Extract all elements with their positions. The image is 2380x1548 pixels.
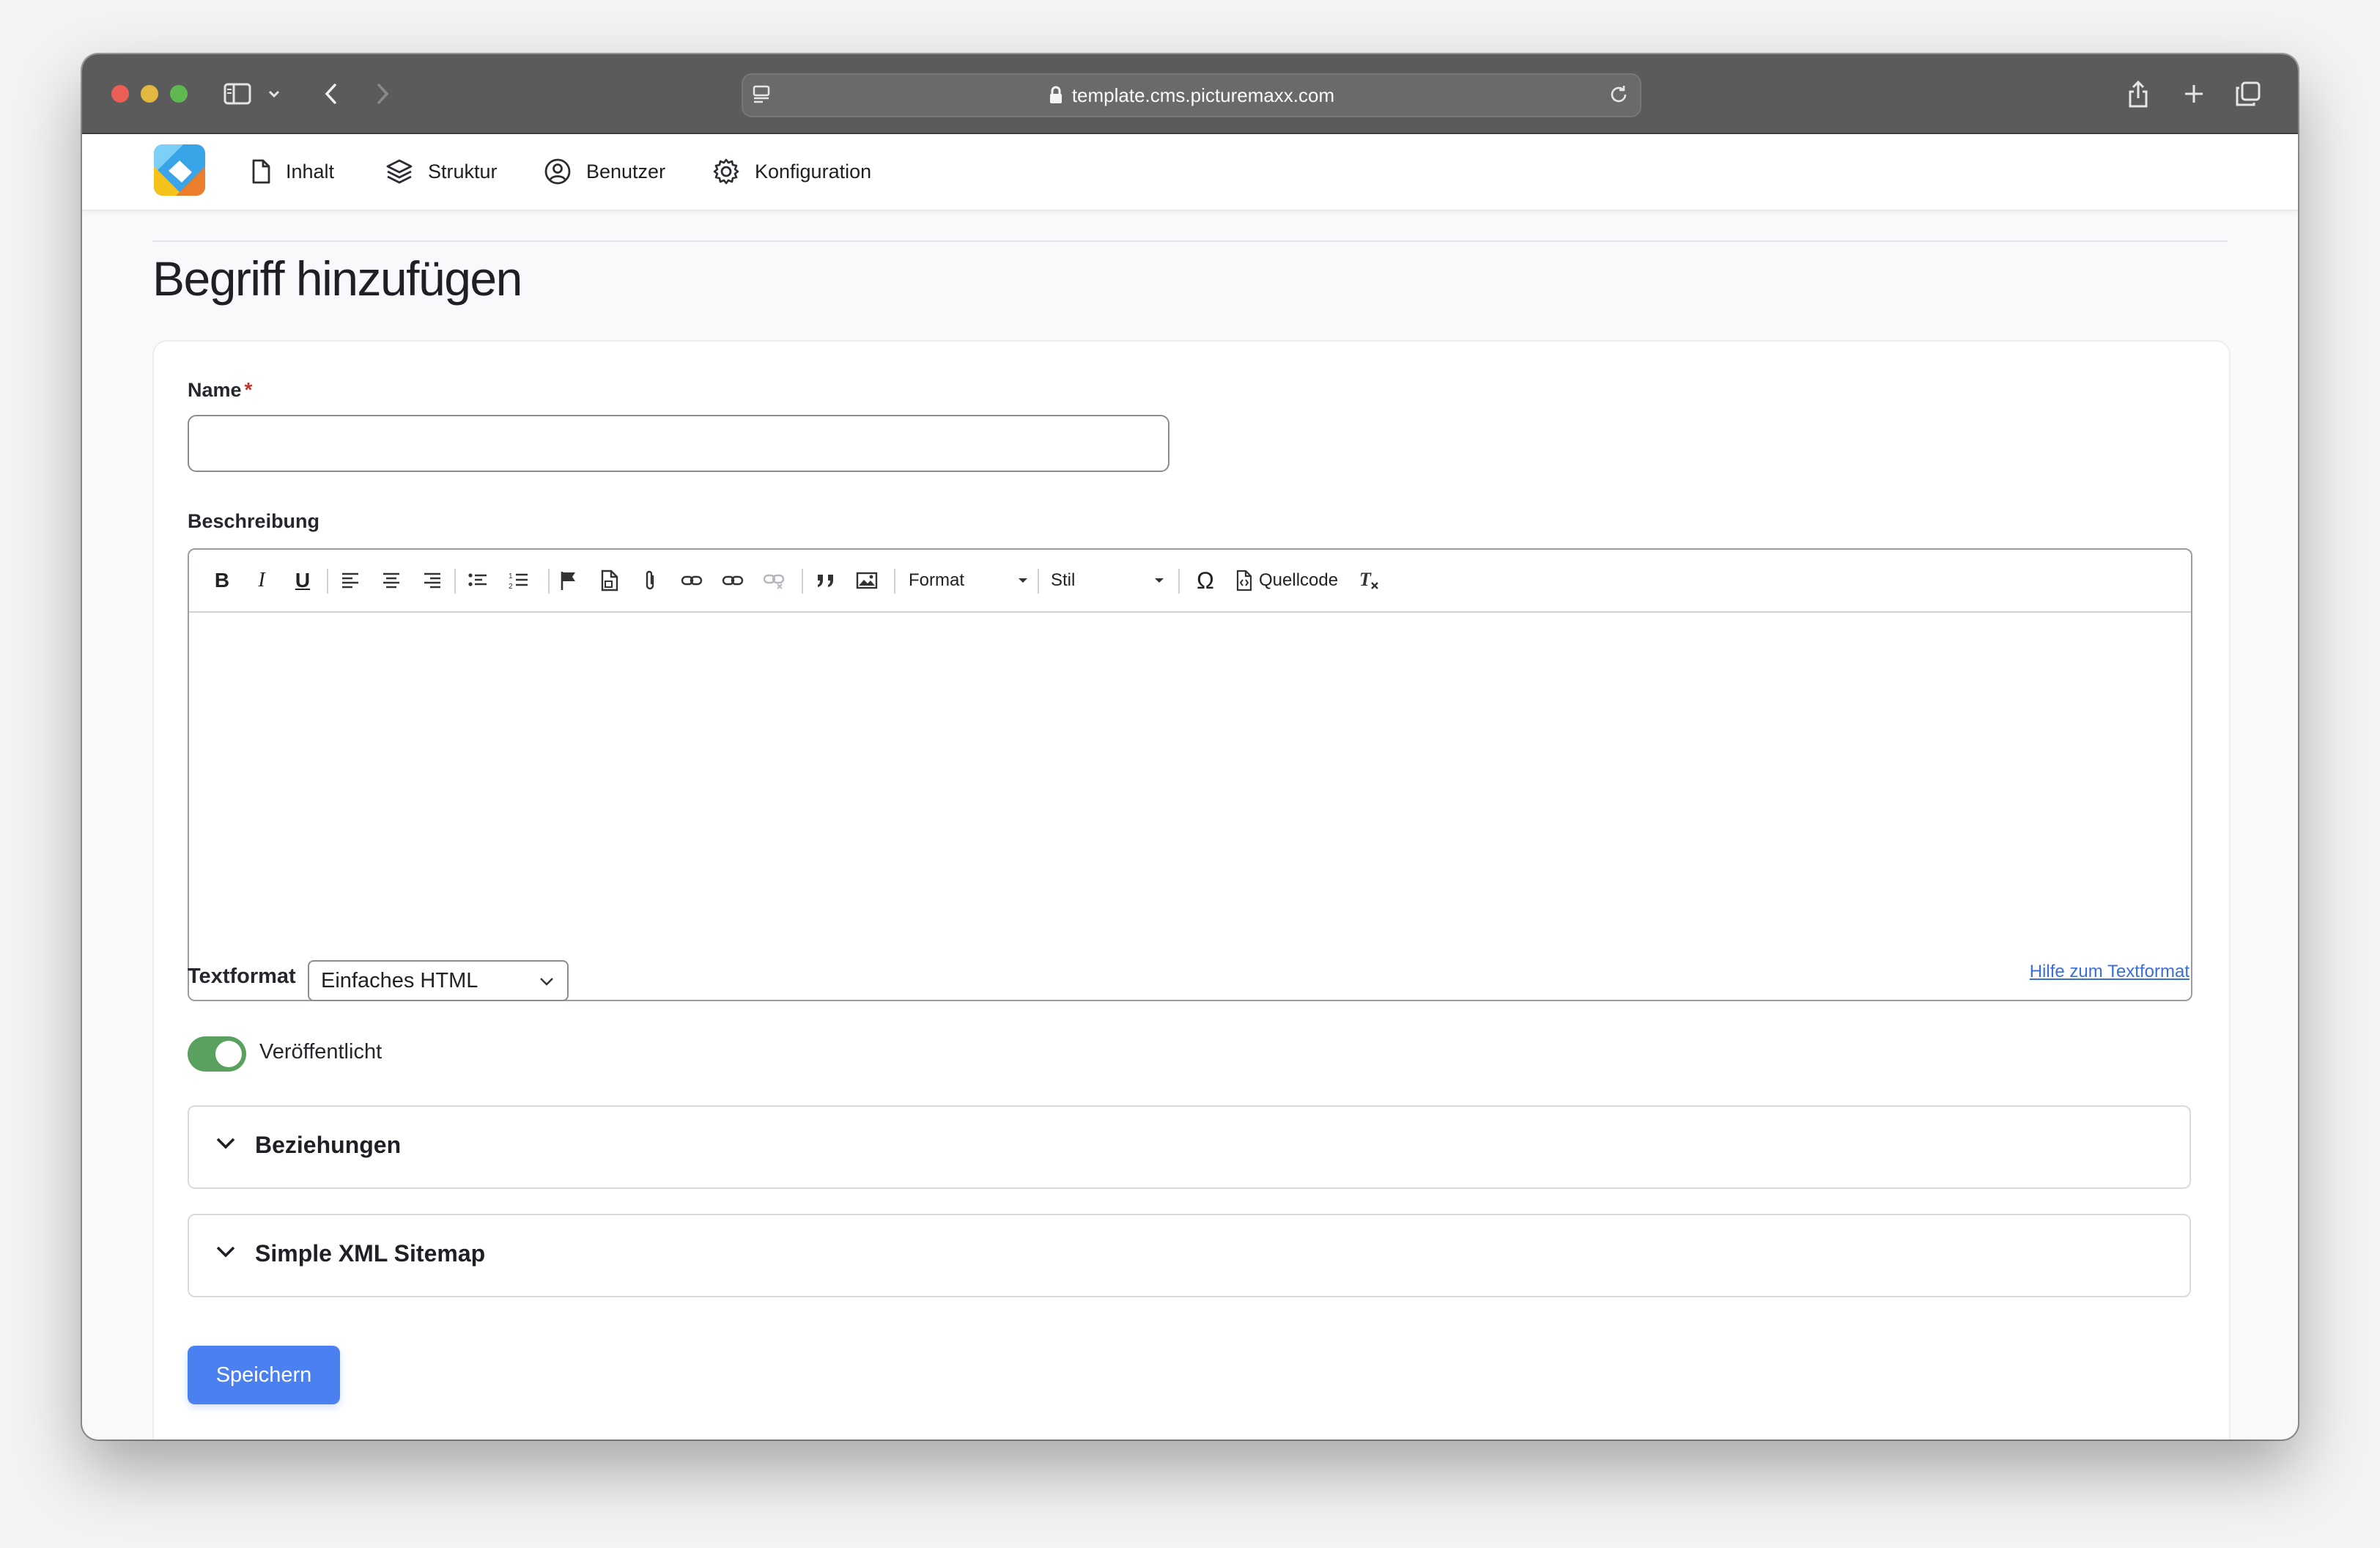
reader-icon[interactable] [752, 84, 772, 109]
special-character-icon[interactable]: Ω [1193, 566, 1218, 595]
minimize-window-button[interactable] [141, 85, 158, 103]
textformat-select[interactable]: Einfaches HTML [308, 960, 569, 1001]
anchor-flag-icon[interactable] [557, 566, 580, 595]
toolbar-separator [327, 569, 328, 594]
zoom-window-button[interactable] [170, 85, 188, 103]
close-window-button[interactable] [111, 85, 129, 103]
browser-window: template.cms.picturemaxx.com Inhalt Stru… [82, 54, 2298, 1440]
toolbar-separator [454, 569, 456, 594]
style-dropdown-label: Stil [1051, 570, 1076, 590]
toolbar-separator [802, 569, 803, 594]
nav-item-benutzer[interactable]: Benutzer [544, 152, 665, 191]
toolbar-separator [1178, 569, 1180, 594]
save-button[interactable]: Speichern [188, 1346, 340, 1404]
svg-text:T: T [1359, 570, 1372, 590]
blockquote-icon[interactable] [813, 566, 838, 595]
name-input[interactable] [188, 415, 1169, 472]
nav-item-inhalt[interactable]: Inhalt [251, 152, 334, 191]
forward-icon[interactable] [368, 76, 397, 111]
chevron-down-icon [215, 1136, 236, 1154]
accordion-title: Simple XML Sitemap [255, 1240, 486, 1267]
italic-icon[interactable]: I [251, 566, 273, 595]
underline-icon[interactable]: U [292, 566, 314, 595]
nav-item-label: Inhalt [286, 160, 335, 183]
editor-content-area[interactable] [189, 613, 2191, 1000]
format-dropdown-label: Format [909, 570, 965, 590]
name-label: Name * [188, 378, 252, 402]
accordion-beziehungen[interactable]: Beziehungen [188, 1105, 2191, 1189]
chevron-down-icon [215, 1245, 236, 1263]
accordion-title: Beziehungen [255, 1132, 402, 1158]
description-label: Beschreibung [188, 510, 320, 532]
link-alt-icon[interactable] [721, 566, 744, 595]
reload-icon[interactable] [1608, 84, 1630, 111]
url-text: template.cms.picturemaxx.com [1071, 84, 1335, 106]
share-icon[interactable] [2124, 76, 2153, 111]
published-toggle[interactable] [188, 1036, 246, 1072]
unlink-icon [762, 566, 786, 595]
rich-text-editor: B I U 12 Format Stil Ω Quellcode T [188, 548, 2192, 1001]
toolbar-separator [548, 569, 550, 594]
layers-icon [386, 159, 413, 184]
svg-text:2: 2 [509, 583, 513, 590]
user-circle-icon [544, 158, 571, 185]
name-label-text: Name [188, 379, 242, 401]
image-icon[interactable] [854, 566, 879, 595]
svg-text:1: 1 [509, 572, 513, 580]
align-left-icon[interactable] [339, 566, 362, 595]
editor-toolbar: B I U 12 Format Stil Ω Quellcode T [189, 550, 2191, 613]
template-document-icon[interactable] [598, 566, 621, 595]
picturemaxx-logo[interactable] [154, 144, 205, 196]
nav-item-label: Konfiguration [755, 160, 872, 183]
address-bar[interactable]: template.cms.picturemaxx.com [742, 73, 1641, 117]
document-icon [252, 159, 270, 184]
bold-icon[interactable]: B [211, 566, 233, 595]
breadcrumb-divider [152, 240, 2228, 242]
caret-down-icon [1155, 578, 1164, 583]
app-navigation: Inhalt Struktur Benutzer Konfiguration [82, 134, 2298, 211]
sidebar-toggle-icon[interactable] [221, 76, 254, 111]
bulleted-list-icon[interactable] [466, 566, 489, 595]
browser-toolbar: template.cms.picturemaxx.com [82, 54, 2298, 134]
nav-item-struktur[interactable]: Struktur [385, 152, 498, 191]
nav-item-label: Struktur [428, 160, 498, 183]
textformat-help-link[interactable]: Hilfe zum Textformat [2030, 962, 2189, 982]
align-right-icon[interactable] [421, 566, 444, 595]
chevron-down-icon[interactable] [265, 76, 283, 111]
nav-item-label: Benutzer [586, 160, 666, 183]
new-tab-icon[interactable] [2179, 76, 2209, 111]
align-center-icon[interactable] [380, 566, 403, 595]
style-dropdown[interactable]: Stil [1051, 566, 1164, 595]
back-icon[interactable] [317, 76, 346, 111]
source-document-icon [1236, 570, 1252, 591]
attachment-icon[interactable] [639, 566, 662, 595]
link-icon[interactable] [680, 566, 703, 595]
chevron-down-icon [538, 972, 555, 996]
source-code-label: Quellcode [1259, 570, 1339, 590]
required-marker: * [244, 378, 253, 401]
gear-icon [713, 158, 739, 185]
caret-down-icon [1019, 578, 1027, 583]
numbered-list-icon[interactable]: 12 [507, 566, 531, 595]
remove-format-icon[interactable]: T [1357, 566, 1382, 595]
nav-item-konfiguration[interactable]: Konfiguration [712, 152, 871, 191]
textformat-select-value: Einfaches HTML [321, 968, 478, 992]
published-label: Veröffentlicht [259, 1040, 382, 1064]
format-dropdown[interactable]: Format [909, 566, 1027, 595]
toolbar-separator [894, 569, 895, 594]
page-title: Begriff hinzufügen [152, 251, 522, 306]
toggle-knob [215, 1041, 242, 1067]
textformat-label: Textformat [188, 965, 296, 988]
toolbar-separator [1038, 569, 1039, 594]
accordion-simple-xml-sitemap[interactable]: Simple XML Sitemap [188, 1214, 2191, 1297]
source-code-button[interactable]: Quellcode [1235, 566, 1353, 595]
lock-icon [1049, 86, 1063, 105]
tab-overview-icon[interactable] [2233, 76, 2263, 111]
